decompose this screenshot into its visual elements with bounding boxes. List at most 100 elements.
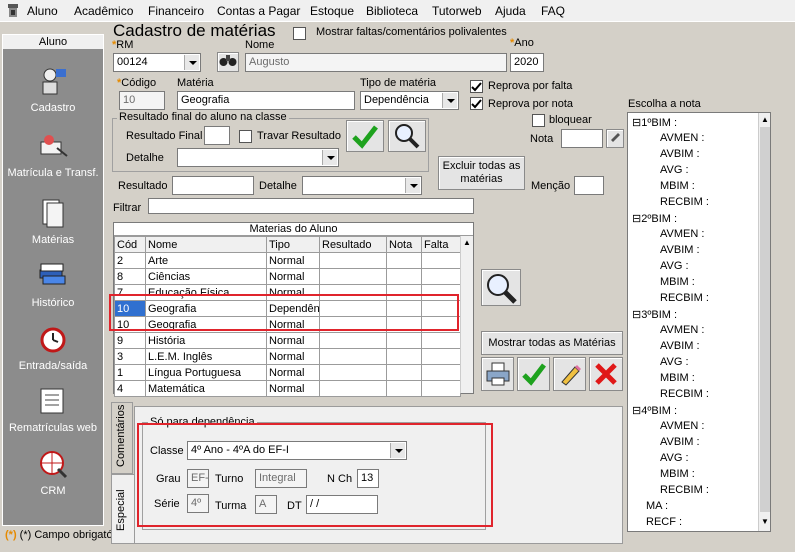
grid-header-cell[interactable]: Nome — [145, 236, 267, 253]
grid-scrollbar[interactable]: ▲ — [460, 236, 473, 393]
delete-button[interactable] — [589, 357, 623, 391]
print-button[interactable] — [481, 357, 514, 391]
nota-tree: ⊟1ºBIM : AVMEN : AVBIM : AVG : MBIM : RECBIM … — [627, 112, 771, 532]
reprova-nota-checkbox[interactable] — [470, 97, 483, 110]
tree-leaf[interactable]: MBIM : — [660, 276, 695, 288]
codigo-field[interactable]: 10 — [119, 91, 165, 110]
nota-field[interactable] — [561, 129, 603, 148]
excluir-todas-button[interactable]: Excluir todas as matérias — [438, 156, 525, 190]
sidebar-item-3[interactable]: Histórico — [3, 260, 103, 309]
sidebar-item-0[interactable]: Cadastro — [3, 65, 103, 114]
tab-especial[interactable]: Especial — [111, 474, 135, 544]
menu-item-5[interactable]: Biblioteca — [366, 4, 418, 18]
nome-field[interactable]: Augusto — [245, 53, 507, 72]
menu-item-2[interactable]: Financeiro — [148, 4, 204, 18]
confirm-button[interactable] — [517, 357, 550, 391]
tree-leaf[interactable]: RECBIM : — [660, 196, 709, 208]
tree-leaf[interactable]: AVMEN : — [660, 228, 704, 240]
tree-leaf[interactable]: AVMEN : — [660, 324, 704, 336]
grid-header-cell[interactable]: Nota — [386, 236, 422, 253]
tree-group[interactable]: ⊟4ºBIM : — [632, 404, 677, 417]
scroll-up-icon[interactable]: ▲ — [759, 113, 770, 126]
resultado-field[interactable] — [172, 176, 254, 195]
checkmark-icon — [471, 82, 482, 92]
table-row[interactable]: 1 Língua Portuguesa Normal — [114, 364, 461, 381]
sidebar-item-1[interactable]: Matrícula e Transf. — [3, 130, 103, 179]
tree-leaf[interactable]: AVBIM : — [660, 148, 700, 160]
grid-header-cell[interactable]: Cód — [114, 236, 146, 253]
collapse-icon[interactable]: ⊟ — [632, 117, 641, 129]
confirm-result-button[interactable] — [346, 120, 384, 152]
table-row[interactable]: 9 História Normal — [114, 332, 461, 349]
tree-leaf[interactable]: MBIM : — [660, 372, 695, 384]
scroll-up-icon[interactable]: ▲ — [461, 236, 473, 249]
grid-header-cell[interactable]: Resultado — [319, 236, 387, 253]
menu-item-6[interactable]: Tutorweb — [432, 4, 482, 18]
collapse-icon[interactable]: ⊟ — [632, 213, 641, 225]
bloquear-checkbox[interactable] — [532, 114, 545, 127]
tree-leaf[interactable]: AVBIM : — [660, 340, 700, 352]
tree-leaf[interactable]: MBIM : — [660, 468, 695, 480]
tree-leaf[interactable]: AVG : — [660, 164, 689, 176]
binoculars-search-button[interactable] — [217, 52, 239, 72]
rm-select[interactable]: 00124 — [113, 53, 201, 72]
tree-group[interactable]: ⊟3ºBIM : — [632, 308, 677, 321]
mencao-field[interactable] — [574, 176, 604, 195]
tree-leaf[interactable]: AVMEN : — [660, 420, 704, 432]
tree-leaf[interactable]: RECBIM : — [660, 484, 709, 496]
detalhe2-select[interactable] — [302, 176, 422, 195]
materia-field[interactable]: Geografia — [177, 91, 355, 110]
edit-button[interactable] — [553, 357, 586, 391]
chevron-down-icon — [442, 93, 457, 108]
tipo-select[interactable]: Dependência — [360, 91, 459, 110]
nota-pick-button[interactable] — [606, 129, 624, 148]
tree-leaf[interactable]: AVG : — [660, 356, 689, 368]
nota-tree-scrollbar[interactable]: ▲ ▼ — [758, 113, 770, 531]
show-comments-checkbox[interactable] — [293, 27, 306, 40]
sidebar-item-5[interactable]: Rematrículas web — [3, 385, 103, 434]
menu-item-1[interactable]: Acadêmico — [74, 4, 133, 18]
tree-leaf[interactable]: AVBIM : — [660, 244, 700, 256]
grid-header-cell[interactable]: Tipo — [266, 236, 320, 253]
tree-leaf[interactable]: MBIM : — [660, 180, 695, 192]
reprova-falta-checkbox[interactable] — [470, 80, 483, 93]
tree-leaf[interactable]: AVMEN : — [660, 132, 704, 144]
scroll-thumb[interactable] — [760, 127, 770, 512]
zoom-grid-button[interactable] — [481, 269, 521, 306]
tree-leaf[interactable]: RECF : — [646, 516, 682, 528]
sidebar-item-4[interactable]: Entrada/saída — [3, 323, 103, 372]
sidebar-item-2[interactable]: Matérias — [3, 197, 103, 246]
tree-leaf[interactable]: AVG : — [660, 452, 689, 464]
detalhe-select[interactable] — [177, 148, 339, 167]
tree-leaf[interactable]: RECBIM : — [660, 388, 709, 400]
tree-group-label: 2ºBIM : — [641, 213, 678, 225]
mostrar-todas-button[interactable]: Mostrar todas as Matérias — [481, 331, 623, 355]
tree-leaf[interactable]: RECBIM : — [660, 292, 709, 304]
table-row[interactable]: 3 L.E.M. Inglês Normal — [114, 348, 461, 365]
table-row[interactable]: 4 Matemática Normal — [114, 380, 461, 397]
scroll-down-icon[interactable]: ▼ — [759, 517, 770, 526]
filtrar-field[interactable] — [148, 198, 474, 214]
table-row[interactable]: 2 Arte Normal — [114, 252, 461, 269]
sidebar-item-6[interactable]: CRM — [3, 448, 103, 497]
grid-header-cell[interactable]: Falta — [421, 236, 461, 253]
tree-group[interactable]: ⊟1ºBIM : — [632, 116, 677, 129]
table-cell: 2 — [114, 252, 146, 269]
travar-resultado-checkbox[interactable] — [239, 130, 252, 143]
ano-field[interactable]: 2020 — [510, 53, 544, 72]
menu-item-0[interactable]: Aluno — [27, 4, 58, 18]
menu-item-7[interactable]: Ajuda — [495, 4, 526, 18]
menu-item-8[interactable]: FAQ — [541, 4, 565, 18]
table-row[interactable]: 8 Ciências Normal — [114, 268, 461, 285]
menu-item-3[interactable]: Contas a Pagar — [217, 4, 300, 18]
collapse-icon[interactable]: ⊟ — [632, 405, 641, 417]
menu-item-4[interactable]: Estoque — [310, 4, 354, 18]
collapse-icon[interactable]: ⊟ — [632, 309, 641, 321]
search-result-button[interactable] — [388, 120, 426, 152]
resultado-final-field[interactable] — [204, 126, 230, 145]
tree-group[interactable]: ⊟2ºBIM : — [632, 212, 677, 225]
tree-leaf[interactable]: MA : — [646, 500, 668, 512]
tree-leaf[interactable]: AVBIM : — [660, 436, 700, 448]
tab-comentarios[interactable]: Comentários — [111, 402, 133, 474]
tree-leaf[interactable]: AVG : — [660, 260, 689, 272]
